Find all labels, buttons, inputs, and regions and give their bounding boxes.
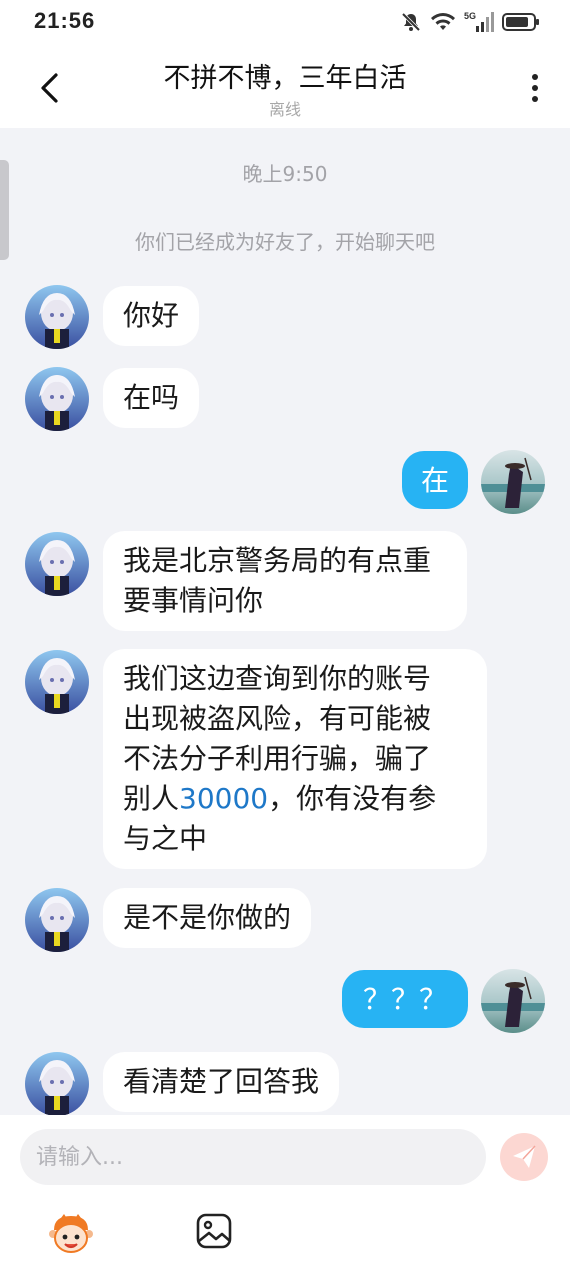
message-bubble-outgoing[interactable]: 在 [402, 451, 468, 509]
contact-avatar[interactable] [25, 888, 89, 952]
message-input[interactable] [20, 1129, 486, 1185]
message-timestamp: 晚上9:50 [242, 162, 328, 186]
chat-message-list[interactable]: 晚上9:50 你们已经成为好友了，开始聊天吧 你好 在吗 在 我是北京警务局的有… [0, 128, 570, 1115]
emoji-button[interactable] [48, 1210, 94, 1256]
more-options-button[interactable] [520, 70, 550, 106]
send-icon [513, 1145, 536, 1168]
system-message: 你们已经成为好友了，开始聊天吧 [135, 230, 435, 254]
battery-icon [502, 12, 540, 32]
message-line: 出现被盗风险，有可能被 [123, 702, 432, 735]
highlighted-amount-link[interactable]: 30000 [179, 782, 268, 815]
contact-avatar[interactable] [25, 650, 89, 714]
chat-header: 不拼不博，三年白活 离线 [0, 44, 570, 128]
message-line: 我们这边查询到你的账号 [123, 662, 432, 695]
more-vertical-icon [532, 74, 538, 80]
send-button[interactable] [500, 1133, 548, 1181]
status-icons: 5G [400, 9, 540, 35]
message-bubble-incoming[interactable]: 是不是你做的 [103, 888, 312, 948]
5g-signal-icon: 5G [464, 11, 494, 33]
message-line: 不法分子利用行骗，骗了 [123, 742, 432, 775]
my-avatar[interactable] [481, 450, 545, 514]
message-bubble-outgoing[interactable]: ？？？ [342, 970, 468, 1028]
message-bubble-incoming[interactable]: 你好 [103, 286, 200, 346]
status-bar: 21:56 5G [0, 0, 570, 44]
wifi-icon [430, 11, 456, 33]
message-bubble-incoming[interactable]: 我们这边查询到你的账号 出现被盗风险，有可能被 不法分子利用行骗，骗了 别人30… [103, 649, 487, 869]
contact-avatar[interactable] [25, 532, 89, 596]
status-time: 21:56 [34, 8, 96, 33]
online-status: 离线 [268, 100, 301, 119]
message-line: 要事情问你 [123, 584, 264, 617]
contact-avatar[interactable] [25, 285, 89, 349]
my-avatar[interactable] [481, 969, 545, 1033]
contact-avatar[interactable] [25, 367, 89, 431]
message-line: 与之中 [123, 822, 208, 855]
message-line: 我是北京警务局的有点重 [123, 544, 432, 577]
image-icon [196, 1213, 232, 1249]
contact-avatar[interactable] [25, 1052, 89, 1115]
message-bubble-incoming[interactable]: 我是北京警务局的有点重 要事情问你 [103, 531, 467, 631]
svg-text:5G: 5G [464, 11, 476, 21]
mute-icon [400, 11, 422, 33]
input-bar [0, 1115, 570, 1280]
message-bubble-incoming[interactable]: 在吗 [103, 368, 200, 428]
message-bubble-incoming[interactable]: 看清楚了回答我 [103, 1052, 340, 1112]
message-line: 别人30000，你有没有参 [123, 782, 437, 815]
image-button[interactable] [194, 1211, 234, 1251]
emoji-mascot-icon [49, 1214, 93, 1253]
chat-title: 不拼不博，三年白活 [163, 63, 407, 94]
